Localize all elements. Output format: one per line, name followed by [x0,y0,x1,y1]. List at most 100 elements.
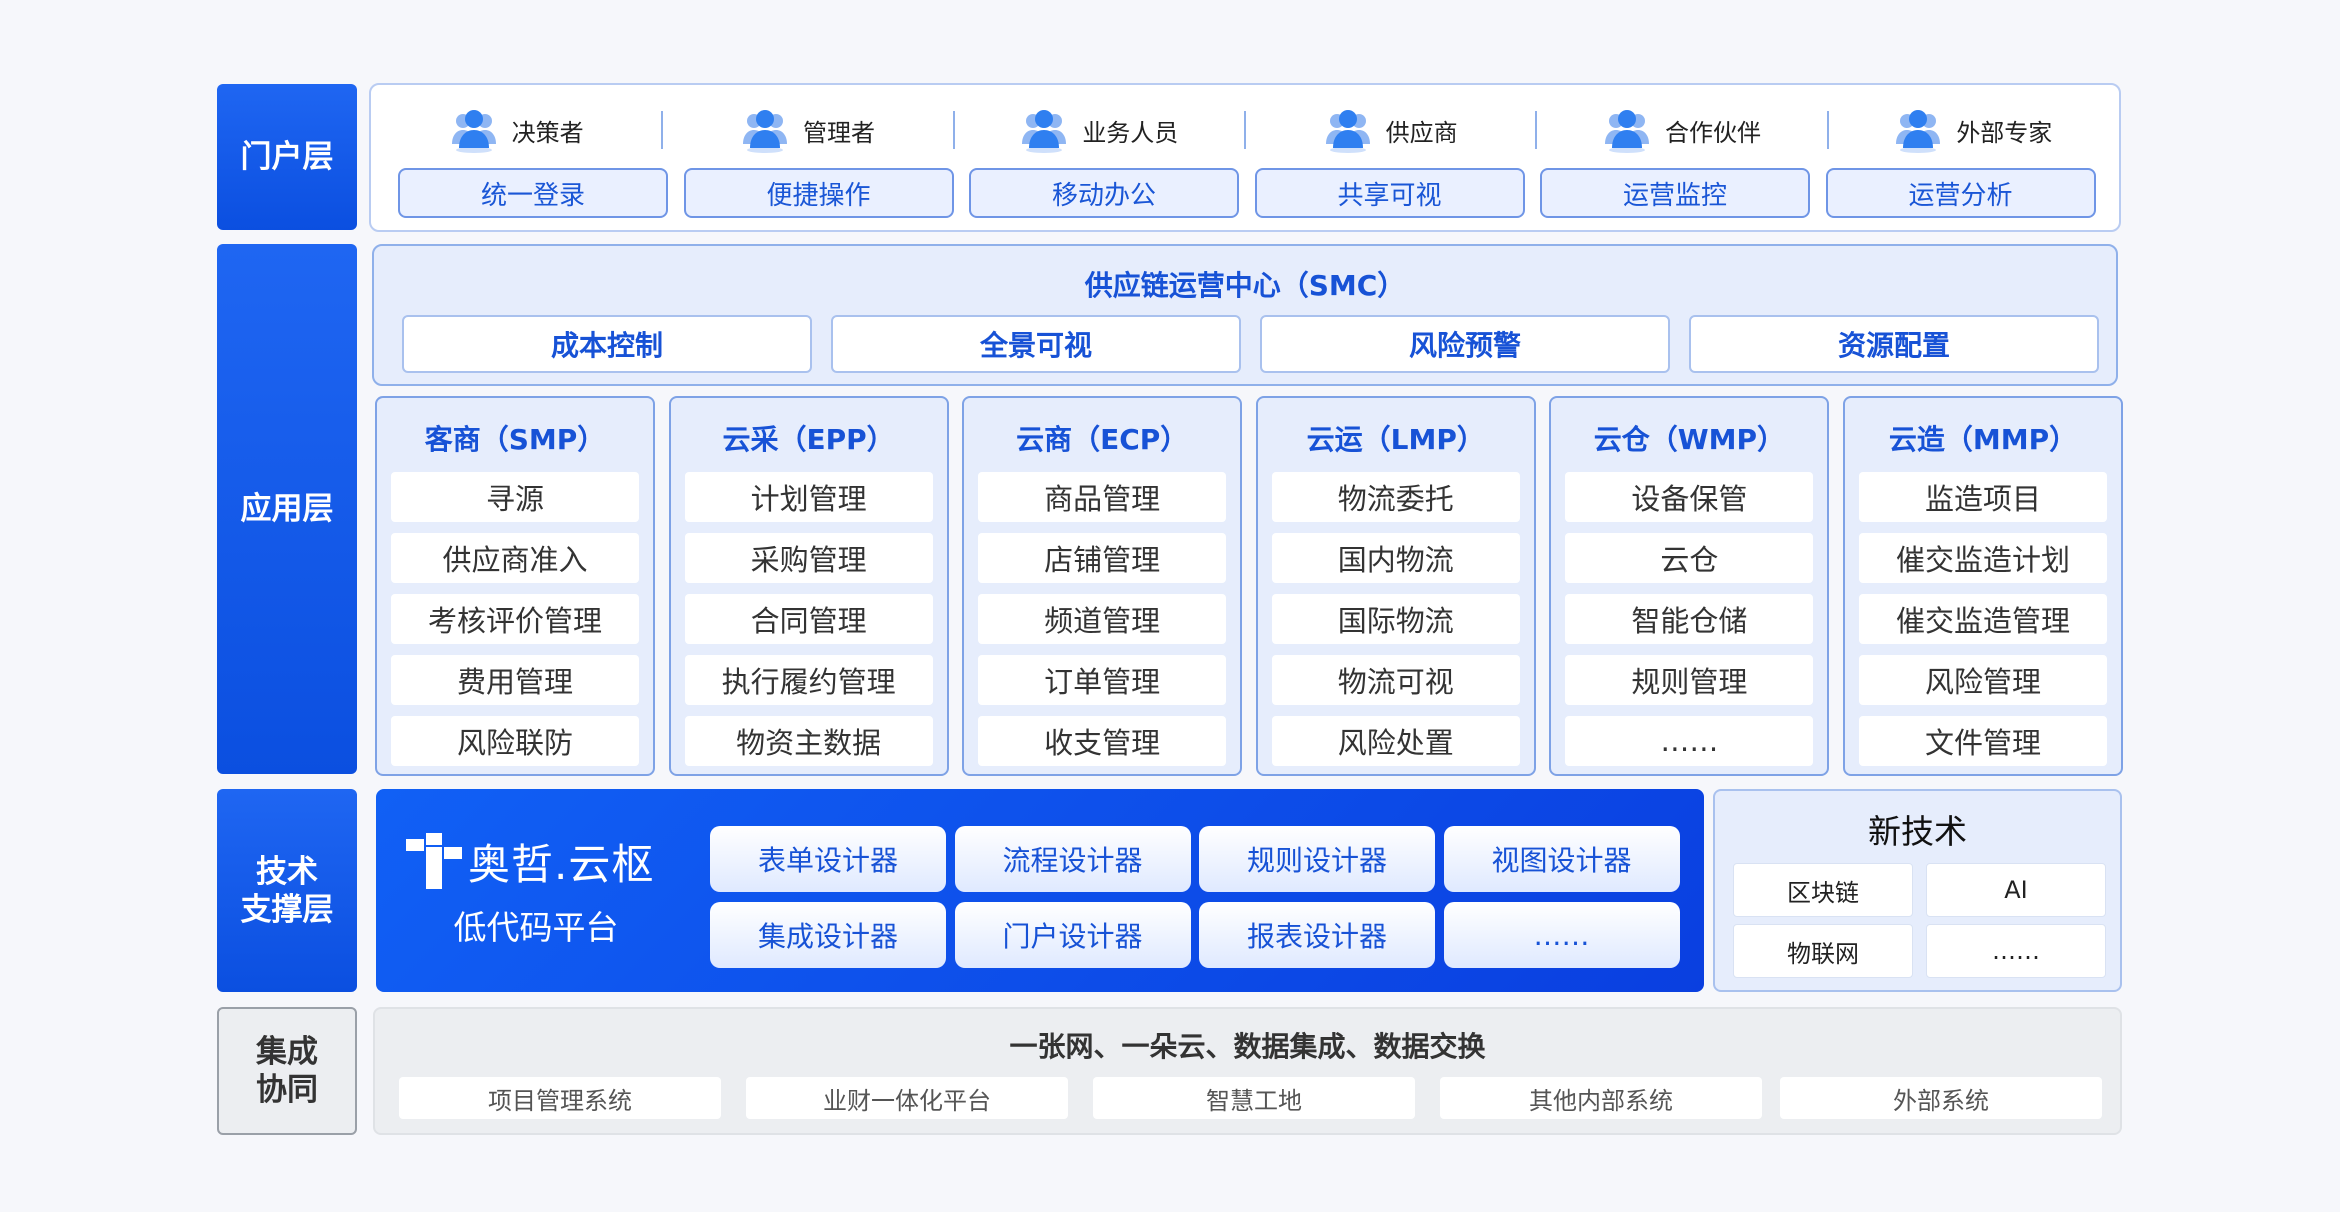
portal-feature-button[interactable]: 运营监控 [1540,168,1810,218]
integration-item: 业财一体化平台 [746,1077,1068,1119]
module-title: 云运（LMP） [1306,423,1485,456]
module-panel: 云仓（WMP） 设备保管云仓智能仓储规则管理 …… [1549,396,1830,776]
designer-button[interactable]: 视图设计器 [1443,826,1680,892]
role-label: 外部专家 [1956,118,2053,147]
smc-item: 资源配置 [1689,315,2099,373]
portal-panel: 决策者 管理者 业务人员 供应商 合作伙伴 外部专家 统一登录 便捷操作 移动办公 共享可视 运营… [369,83,2121,232]
user-group-icon [1022,110,1067,153]
role-label: 决策者 [511,118,584,147]
designer-button[interactable]: 表单设计器 [710,826,946,892]
module-item[interactable]: 国际物流 [1271,594,1520,644]
module-panel: 客商（SMP） 寻源供应商准入考核评价管理 费用管理风险联防 [375,396,655,776]
smc-title: 供应链运营中心（SMC） [1084,269,1406,302]
brand-name: 奥哲.云枢 [468,839,655,889]
module-title: 云造（MMP） [1888,423,2078,456]
user-group-icon [451,110,496,153]
module-item[interactable]: 计划管理 [684,472,933,522]
role-divider [952,111,955,149]
newtech-panel: 新技术 区块链 AI 物联网 …… [1713,789,2122,992]
module-item[interactable]: 物流委托 [1271,472,1520,522]
lowcode-subtitle: 低代码平台 [453,908,619,947]
portal-feature-button[interactable]: 便捷操作 [683,168,954,218]
module-item[interactable]: 频道管理 [978,594,1227,644]
portal-feature-button[interactable]: 统一登录 [398,168,668,218]
designer-button[interactable]: 流程设计器 [954,826,1191,892]
layer-label-tech: 技术 支撑层 [217,789,357,992]
smc-item: 全景可视 [831,315,1241,373]
module-item[interactable]: 云仓 [1565,533,1814,583]
module-item[interactable]: 风险处置 [1271,716,1520,766]
module-item[interactable]: 合同管理 [684,594,933,644]
module-panel: 云商（ECP） 商品管理店铺管理频道管理订单管理收支管理 [962,396,1243,776]
integration-panel: 一张网、一朵云、数据集成、数据交换 项目管理系统 业财一体化平台 智慧工地 其他… [373,1007,2122,1135]
module-item[interactable]: 收支管理 [978,716,1227,766]
module-item[interactable]: 风险管理 [1859,655,2107,705]
newtech-item: 区块链 [1733,863,1913,917]
module-item[interactable]: 规则管理 [1565,655,1814,705]
designer-button[interactable]: …… [1443,902,1680,968]
module-item[interactable]: 智能仓储 [1565,594,1814,644]
roles-row: 决策者 管理者 业务人员 供应商 合作伙伴 外部专家 [371,99,2119,161]
newtech-item: …… [1926,924,2106,978]
module-item[interactable]: 寻源 [391,472,639,522]
module-item[interactable]: 设备保管 [1565,472,1814,522]
module-item[interactable]: 监造项目 [1859,472,2107,522]
designer-button[interactable]: 集成设计器 [710,902,946,968]
newtech-item: AI [1926,863,2106,917]
layer-label-integration: 集成 协同 [217,1007,357,1135]
smc-panel: 供应链运营中心（SMC） 成本控制 全景可视 风险预警 资源配置 [372,244,2118,386]
module-item[interactable]: 供应商准入 [391,533,639,583]
integration-item: 项目管理系统 [399,1077,721,1119]
module-item[interactable]: 商品管理 [978,472,1227,522]
module-item[interactable]: 文件管理 [1859,716,2107,766]
module-item[interactable]: 订单管理 [978,655,1227,705]
module-item[interactable]: 风险联防 [391,716,639,766]
module-item[interactable]: 考核评价管理 [391,594,639,644]
integration-item: 外部系统 [1780,1077,2102,1119]
role-divider [661,111,664,149]
module-panel: 云采（EPP） 计划管理 采购管理 合同管理 执行履约管理 物资主数据 [668,396,949,776]
module-panel: 云造（MMP） 监造项目催交监造计划 催交监造管理 风险管理文件管理 [1843,396,2123,776]
module-title: 云商（ECP） [1016,423,1189,456]
layer-label-portal: 门户层 [217,84,357,230]
portal-feature-button[interactable]: 移动办公 [969,168,1239,218]
role-item: 供应商 [1245,99,1536,161]
portal-features-row: 统一登录 便捷操作 移动办公 共享可视 运营监控 运营分析 [398,168,2098,218]
designer-button[interactable]: 规则设计器 [1199,826,1435,892]
portal-feature-button[interactable]: 运营分析 [1825,168,2096,218]
integration-item: 其他内部系统 [1440,1077,1762,1119]
newtech-item: 物联网 [1733,924,1913,978]
role-label: 管理者 [802,118,875,147]
module-panel: 云运（LMP） 物流委托国内物流国际物流物流可视风险处置 [1255,396,1536,776]
brand: 奥哲.云枢 [406,831,666,891]
module-item[interactable]: 店铺管理 [978,533,1227,583]
smc-item: 成本控制 [402,315,812,373]
module-title: 云仓（WMP） [1593,423,1786,456]
module-item[interactable]: 国内物流 [1271,533,1520,583]
role-divider [1826,111,1829,149]
module-item[interactable]: 物资主数据 [684,716,933,766]
module-item[interactable]: 物流可视 [1271,655,1520,705]
designer-button[interactable]: 报表设计器 [1199,902,1435,968]
layer-label-application: 应用层 [217,244,357,774]
designer-button[interactable]: 门户设计器 [954,902,1191,968]
role-item: 决策者 [371,99,662,161]
module-item[interactable]: …… [1565,716,1814,766]
module-item[interactable]: 催交监造管理 [1859,594,2107,644]
role-label: 业务人员 [1082,118,1179,147]
role-item: 业务人员 [954,99,1245,161]
module-item[interactable]: 采购管理 [684,533,933,583]
integration-title: 一张网、一朵云、数据集成、数据交换 [1009,1030,1486,1063]
aozhe-logo-icon [406,833,462,889]
role-item: 合作伙伴 [1536,99,1827,161]
lowcode-panel: 奥哲.云枢 低代码平台 表单设计器 流程设计器 规则设计器 视图设计器集成设计器 门户设… [376,789,1704,992]
module-title: 客商（SMP） [424,423,606,456]
role-label: 供应商 [1385,118,1458,147]
portal-feature-button[interactable]: 共享可视 [1254,168,1525,218]
module-item[interactable]: 费用管理 [391,655,639,705]
role-divider [1535,111,1538,149]
role-item: 管理者 [662,99,953,161]
newtech-title: 新技术 [1868,812,1967,851]
module-item[interactable]: 催交监造计划 [1859,533,2107,583]
module-item[interactable]: 执行履约管理 [684,655,933,705]
